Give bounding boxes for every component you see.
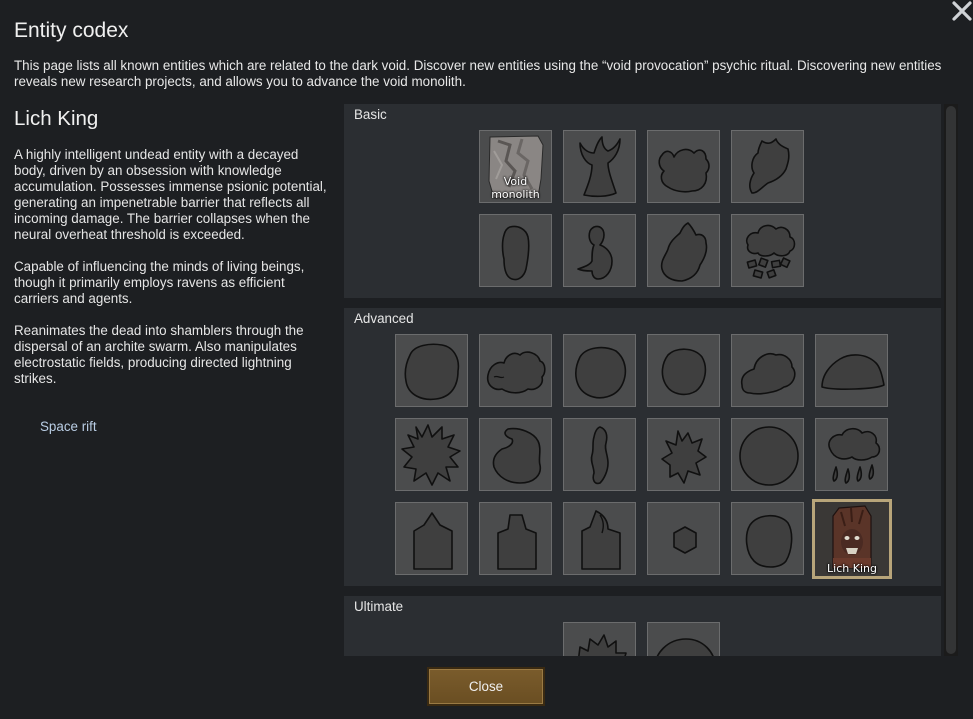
tile-unknown[interactable] (731, 130, 804, 203)
tile-unknown[interactable] (395, 502, 468, 575)
unknown-tower-3-icon (581, 510, 621, 570)
unknown-dome-icon (656, 638, 714, 656)
unknown-flame-entity-icon (749, 138, 790, 194)
tile-label: Lich King (827, 562, 877, 575)
close-x-icon[interactable] (950, 0, 973, 23)
unknown-tower-2-icon (497, 514, 537, 570)
unknown-serpent-icon (492, 427, 542, 484)
tile-unknown[interactable] (731, 334, 804, 407)
description-paragraph: Reanimates the dead into shamblers throu… (14, 323, 304, 386)
description-paragraph: Capable of influencing the minds of livi… (14, 259, 305, 306)
unknown-swarm-icon (486, 351, 546, 394)
unknown-mound-icon (821, 354, 885, 390)
section-label: Basic (354, 107, 387, 122)
scrollbar-thumb[interactable] (946, 106, 956, 654)
tile-unknown[interactable] (479, 418, 552, 491)
unknown-round-blob-icon (575, 346, 627, 399)
entity-description: A highly intelligent undead entity with … (14, 147, 332, 403)
tile-unknown[interactable] (479, 334, 552, 407)
tile-unknown[interactable] (563, 214, 636, 287)
unknown-bird-icon (577, 225, 613, 280)
tile-unknown[interactable] (815, 418, 888, 491)
tile-unknown[interactable] (563, 130, 636, 203)
unknown-wisp-icon (590, 426, 609, 485)
tile-unknown[interactable] (563, 502, 636, 575)
unknown-spiky-creature-icon (661, 430, 707, 484)
tile-unknown[interactable] (815, 334, 888, 407)
tile-unknown[interactable] (563, 334, 636, 407)
tile-unknown[interactable] (731, 214, 804, 287)
tile-label: Void monolith (491, 175, 540, 201)
intro-text: This page lists all known entities which… (14, 58, 942, 89)
entity-name: Lich King (14, 107, 99, 130)
tile-unknown[interactable] (731, 418, 804, 491)
unknown-egg-icon (745, 514, 793, 568)
tile-unknown[interactable] (647, 622, 720, 656)
unknown-rain-cloud-icon (828, 427, 881, 484)
unknown-cloud-icon (745, 224, 796, 279)
tile-unknown[interactable] (647, 130, 720, 203)
tile-unknown[interactable] (647, 214, 720, 287)
tile-unknown[interactable] (395, 418, 468, 491)
unknown-beast-icon (660, 222, 708, 282)
section-label: Ultimate (354, 599, 404, 614)
unknown-blob-icon (501, 225, 530, 281)
tile-unknown[interactable] (647, 502, 720, 575)
tile-unknown[interactable] (563, 622, 636, 656)
tile-unknown[interactable] (563, 418, 636, 491)
section-label: Advanced (354, 311, 414, 326)
description-paragraph: A highly intelligent undead entity with … (14, 147, 327, 242)
unknown-spiky-icon (401, 424, 461, 486)
window-title: Entity codex (14, 19, 129, 42)
section-advanced: Advanced Lich King (344, 308, 941, 586)
unknown-sphere-icon (739, 426, 799, 486)
unknown-spiky-ultimate-icon (578, 634, 627, 656)
unknown-orb-icon (661, 348, 707, 396)
tile-unknown[interactable] (479, 214, 552, 287)
tile-lich-king[interactable]: Lich King (812, 499, 892, 579)
section-basic: Basic Void monolith (344, 104, 941, 298)
unknown-tower-icon (413, 512, 453, 570)
section-ultimate: Ultimate (344, 596, 941, 656)
tile-unknown[interactable] (479, 502, 552, 575)
space-rift-link[interactable]: Space rift (40, 419, 97, 434)
tile-unknown[interactable] (647, 418, 720, 491)
close-button[interactable]: Close (427, 667, 545, 706)
unknown-horned-entity-icon (579, 136, 621, 198)
tile-unknown[interactable] (731, 502, 804, 575)
tile-void-monolith[interactable]: Void monolith (479, 130, 552, 203)
tile-unknown[interactable] (647, 334, 720, 407)
unknown-hexagon-icon (673, 526, 697, 554)
unknown-flesh-mass-icon (404, 343, 460, 401)
codex-scroll-area[interactable]: Basic Void monolith Advanced Lich King U… (344, 104, 959, 656)
tile-unknown[interactable] (395, 334, 468, 407)
unknown-creature-icon (658, 148, 710, 193)
unknown-lump-icon (740, 353, 796, 395)
